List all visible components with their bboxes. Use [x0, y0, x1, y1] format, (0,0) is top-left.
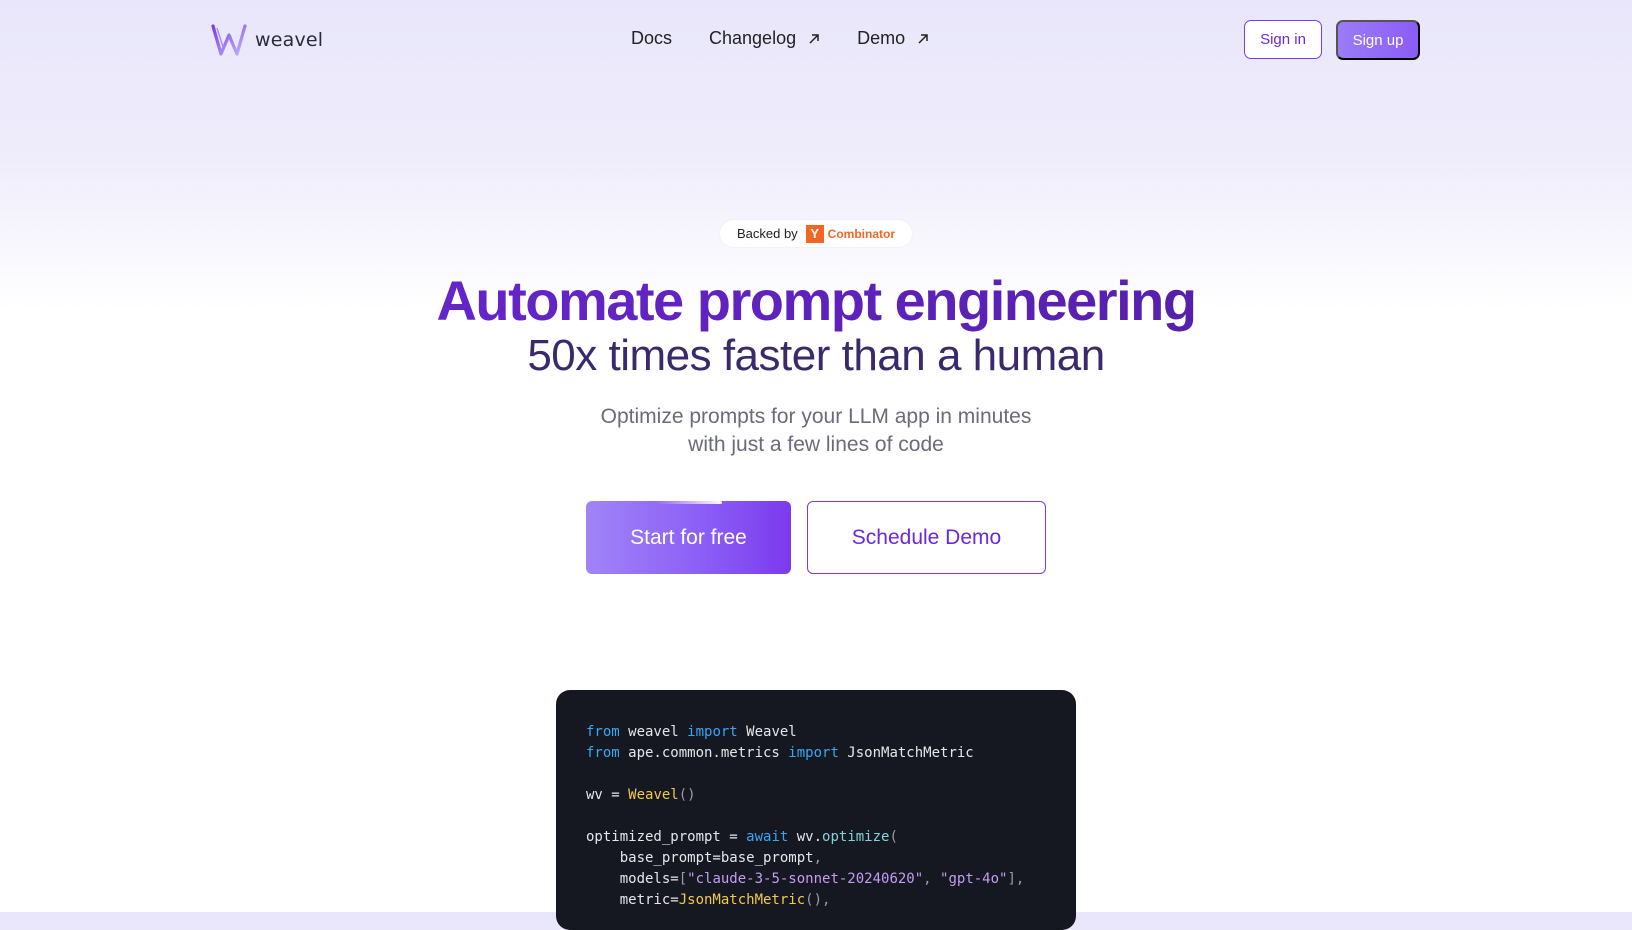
code-line: from weavel import Weavel [586, 722, 1076, 743]
button-glow-accent [656, 501, 722, 504]
code-keyword: import [687, 724, 738, 740]
badge-prefix: Backed by [736, 226, 798, 241]
start-for-free-button[interactable]: Start for free [586, 501, 791, 574]
code-punctuation: (), [805, 892, 831, 908]
code-punctuation: , [923, 871, 941, 887]
code-keyword: from [586, 745, 620, 761]
code-punctuation: ], [1007, 871, 1025, 887]
hero-subtitle: 50x times faster than a human [527, 331, 1105, 380]
code-keyword: import [788, 745, 839, 761]
hero-title: Automate prompt engineering [0, 266, 1632, 336]
start-for-free-label: Start for free [630, 525, 747, 549]
hero-description-line-2: with just a few lines of code [688, 433, 944, 456]
backed-by-badge: Backed by Y Combinator [720, 220, 912, 247]
code-text: wv = [586, 787, 629, 803]
code-punctuation: , [813, 850, 823, 866]
code-text: base_prompt=base_prompt [586, 850, 814, 866]
weavel-logo[interactable]: weavel [211, 23, 323, 57]
code-text: metric= [586, 892, 679, 908]
nav-link-docs[interactable]: Docs [631, 28, 672, 49]
logo-text: weavel [255, 29, 324, 51]
code-class: JsonMatchMetric [678, 892, 806, 908]
nav-link-demo-label: Demo [857, 28, 906, 48]
code-punctuation: () [678, 787, 696, 803]
nav-link-docs-label: Docs [631, 28, 673, 48]
code-keyword: from [586, 724, 620, 740]
sign-in-button[interactable]: Sign in [1244, 20, 1322, 59]
code-string: "gpt-4o" [940, 871, 1008, 887]
nav-link-demo[interactable]: Demo [857, 28, 929, 49]
sign-up-button[interactable]: Sign up [1336, 20, 1420, 60]
y-combinator-name: Combinator [827, 226, 896, 241]
code-line: from ape.common.metrics import JsonMatch… [586, 743, 1076, 764]
hero-description-line-1: Optimize prompts for your LLM app in min… [600, 405, 1032, 428]
code-line: models=["claude-3-5-sonnet-20240620", "g… [586, 869, 1076, 890]
code-keyword: await [746, 829, 789, 845]
hero-description: Optimize prompts for your LLM app in min… [0, 403, 1632, 459]
code-text: JsonMatchMetric [838, 745, 974, 761]
code-line: metric=JsonMatchMetric(), [586, 890, 1076, 911]
code-text: models= [586, 871, 679, 887]
code-punctuation: ( [889, 829, 898, 845]
code-text: weavel [619, 724, 688, 740]
weavel-logo-icon [211, 24, 247, 56]
nav-link-changelog[interactable]: Changelog [709, 28, 820, 49]
code-punctuation: [ [678, 871, 688, 887]
code-text: wv. [788, 829, 823, 845]
schedule-demo-button[interactable]: Schedule Demo [807, 501, 1046, 574]
external-link-icon [918, 33, 928, 44]
code-function: optimize [822, 829, 890, 845]
code-line: optimized_prompt = await wv.optimize( [586, 827, 1076, 848]
code-text: ape.common.metrics [619, 745, 789, 761]
code-text: optimized_prompt = [586, 829, 747, 845]
code-class: Weavel [628, 787, 679, 803]
external-link-icon [809, 33, 819, 44]
schedule-demo-label: Schedule Demo [851, 525, 1002, 549]
code-line: base_prompt=base_prompt, [586, 848, 1076, 869]
nav-links: Docs Changelog Demo [631, 28, 929, 49]
code-text: Weavel [737, 724, 797, 740]
code-string: "claude-3-5-sonnet-20240620" [687, 871, 924, 887]
top-navbar: weavel Docs Changelog Demo Sign in Sign … [0, 0, 1632, 80]
y-combinator-logo: Y [805, 224, 824, 243]
code-line: wv = Weavel() [586, 785, 1076, 806]
code-snippet: from weavel import Weavel from ape.commo… [556, 690, 1076, 930]
nav-link-changelog-label: Changelog [709, 28, 797, 48]
